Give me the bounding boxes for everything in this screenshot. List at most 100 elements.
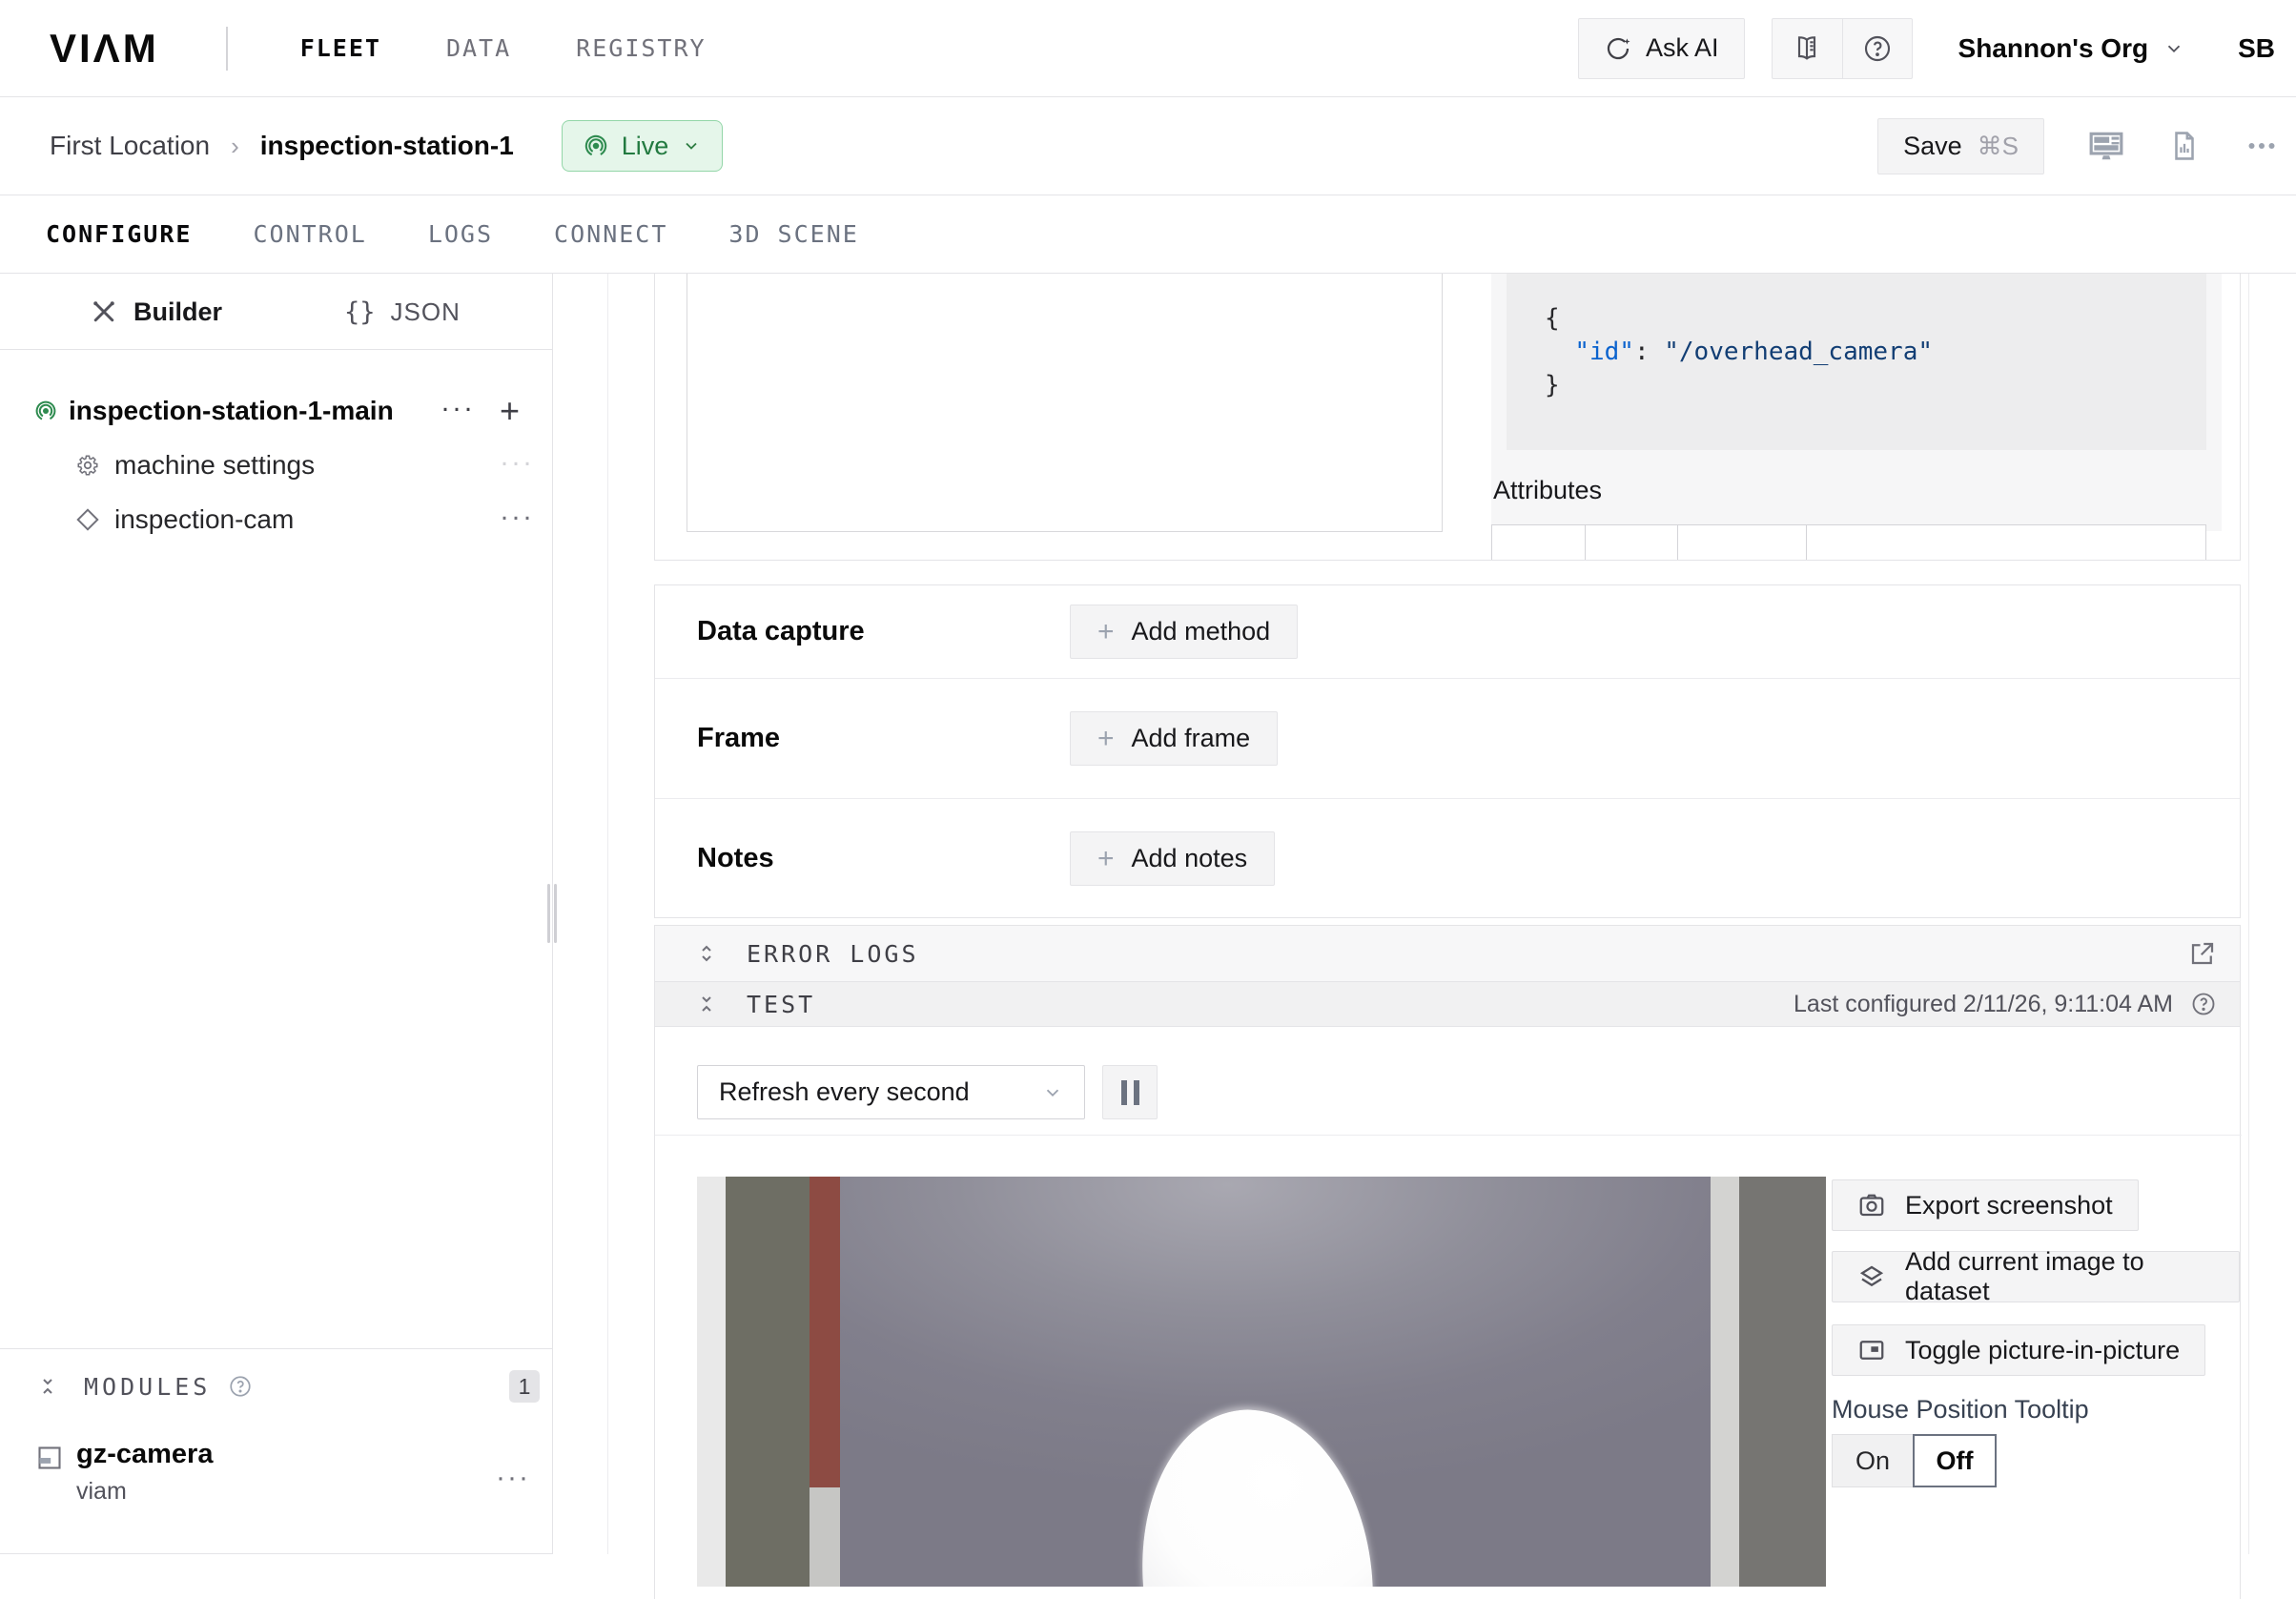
add-frame-button[interactable]: + Add frame — [1070, 711, 1278, 766]
mouse-position-tooltip-label: Mouse Position Tooltip — [1832, 1395, 2089, 1425]
camera-live-feed[interactable] — [697, 1177, 1826, 1587]
diamond-icon — [75, 507, 100, 532]
config-json-editor[interactable]: { "id": "/overhead_camera" } — [1507, 274, 2206, 450]
attributes-table[interactable] — [1491, 524, 2206, 561]
test-divider — [655, 1135, 2242, 1136]
ai-sparkle-icon — [1604, 34, 1632, 63]
documentation-button[interactable] — [1773, 19, 1842, 78]
machine-status-dropdown[interactable]: Live — [562, 120, 724, 172]
gear-icon — [75, 453, 100, 478]
expand-icon — [695, 942, 718, 965]
tree-item-inspection-cam[interactable]: inspection-cam ··· — [0, 492, 553, 546]
nav-item-fleet[interactable]: FLEET — [300, 34, 381, 62]
tab-control[interactable]: CONTROL — [253, 220, 366, 248]
export-screenshot-button[interactable]: Export screenshot — [1832, 1179, 2139, 1231]
camera-icon — [1857, 1191, 1886, 1220]
machine-report-icon[interactable] — [2168, 130, 2201, 162]
ask-ai-label: Ask AI — [1646, 33, 1719, 63]
tab-3d-scene[interactable]: 3D SCENE — [728, 220, 858, 248]
frame-section: Frame + Add frame — [655, 678, 2240, 798]
org-switcher[interactable]: Shannon's Org — [1958, 33, 2185, 64]
json-mode-button[interactable]: {} JSON — [344, 274, 461, 350]
picture-in-picture-icon — [1857, 1336, 1886, 1364]
add-to-dataset-label: Add current image to dataset — [1905, 1247, 2214, 1306]
nav-item-data[interactable]: DATA — [446, 34, 511, 62]
save-shortcut: ⌘S — [1978, 132, 2019, 161]
machine-tabs: CONFIGURE CONTROL LOGS CONNECT 3D SCENE — [0, 195, 2296, 274]
attributes-column — [1585, 525, 1677, 561]
tooltip-on-button[interactable]: On — [1832, 1434, 1914, 1487]
add-component-button[interactable]: + — [500, 391, 520, 431]
add-notes-button[interactable]: + Add notes — [1070, 831, 1275, 886]
component-sections-card: Data capture + Add method Frame + Add fr… — [654, 584, 2241, 918]
code-colon: : — [1634, 338, 1664, 366]
pause-icon — [1121, 1080, 1127, 1105]
camera-feed-detail — [810, 1487, 840, 1587]
refresh-rate-value: Refresh every second — [719, 1077, 970, 1107]
tree-item-label: inspection-cam — [114, 504, 294, 535]
builder-label: Builder — [133, 297, 222, 327]
modules-title: MODULES — [84, 1373, 211, 1401]
pause-refresh-button[interactable] — [1102, 1065, 1158, 1119]
layers-icon — [1857, 1262, 1886, 1291]
content-left-rule — [607, 274, 608, 1554]
code-line: "id": "/overhead_camera" — [1545, 336, 2206, 369]
module-item-gz-camera[interactable]: gz-camera viam ··· — [0, 1439, 553, 1506]
modules-header[interactable]: MODULES 1 — [0, 1355, 553, 1418]
breadcrumb-location[interactable]: First Location — [50, 131, 210, 161]
test-panel: Refresh every second Export screenshot A… — [654, 1027, 2241, 1599]
tooltip-toggle-group: On Off — [1832, 1434, 1997, 1487]
tooltip-off-button[interactable]: Off — [1913, 1434, 1997, 1487]
tree-item-menu[interactable]: ··· — [441, 392, 475, 424]
tree-item-machine-part[interactable]: inspection-station-1-main ··· + — [0, 383, 553, 438]
tab-logs[interactable]: LOGS — [428, 220, 493, 248]
sidebar-resize-handle[interactable] — [547, 884, 561, 943]
attributes-column — [1806, 525, 2205, 561]
top-right-cluster: Ask AI Shannon's Org — [1578, 18, 2275, 79]
error-logs-section-header[interactable]: ERROR LOGS — [654, 925, 2241, 982]
add-method-button[interactable]: + Add method — [1070, 605, 1298, 659]
help-button[interactable] — [1842, 19, 1912, 78]
toggle-pip-button[interactable]: Toggle picture-in-picture — [1832, 1324, 2205, 1376]
machine-page-icon[interactable] — [2088, 128, 2124, 164]
machine-header-row: First Location › inspection-station-1 Li… — [0, 97, 2296, 195]
add-notes-label: Add notes — [1132, 844, 1248, 873]
save-button[interactable]: Save ⌘S — [1877, 118, 2044, 174]
builder-mode-button[interactable]: Builder — [90, 274, 222, 350]
nav-item-registry[interactable]: REGISTRY — [576, 34, 706, 62]
error-logs-title: ERROR LOGS — [747, 940, 919, 968]
json-label: JSON — [391, 297, 461, 327]
tab-connect[interactable]: CONNECT — [554, 220, 667, 248]
tree-item-machine-settings[interactable]: machine settings ··· — [0, 438, 553, 492]
add-to-dataset-button[interactable]: Add current image to dataset — [1832, 1251, 2240, 1302]
user-avatar[interactable]: SB — [2238, 33, 2275, 64]
save-label: Save — [1903, 132, 1962, 161]
refresh-rate-select[interactable]: Refresh every second — [697, 1065, 1085, 1119]
help-icon[interactable] — [2190, 991, 2217, 1017]
broadcast-icon — [584, 133, 608, 158]
module-menu[interactable]: ··· — [496, 1462, 530, 1494]
org-name: Shannon's Org — [1958, 33, 2149, 64]
tab-configure[interactable]: CONFIGURE — [46, 220, 192, 248]
viam-logo[interactable]: VIΛM — [50, 26, 159, 72]
book-icon — [1792, 33, 1822, 64]
tree-item-label: inspection-station-1-main — [69, 396, 394, 426]
plus-icon: + — [1097, 843, 1115, 875]
content-right-rule — [2248, 274, 2249, 1554]
tree-item-menu[interactable]: ··· — [500, 501, 534, 533]
more-options-icon[interactable] — [2245, 129, 2279, 163]
breadcrumb-machine-name: inspection-station-1 — [260, 131, 514, 161]
notes-section: Notes + Add notes — [655, 798, 2240, 918]
last-configured-text: Last configured 2/11/26, 9:11:04 AM — [1794, 991, 2173, 1018]
export-screenshot-label: Export screenshot — [1905, 1191, 2113, 1220]
collapse-icon — [36, 1375, 59, 1398]
help-icon[interactable] — [228, 1374, 253, 1399]
pause-icon — [1134, 1080, 1139, 1105]
open-external-icon[interactable] — [2188, 939, 2217, 968]
tree-item-menu[interactable]: ··· — [500, 446, 534, 479]
camera-feed-detail — [1739, 1177, 1826, 1587]
test-section-header[interactable]: TEST Last configured 2/11/26, 9:11:04 AM — [654, 982, 2241, 1027]
chevron-down-icon — [682, 136, 701, 155]
ask-ai-button[interactable]: Ask AI — [1578, 18, 1745, 79]
code-line: } — [1545, 369, 2206, 402]
